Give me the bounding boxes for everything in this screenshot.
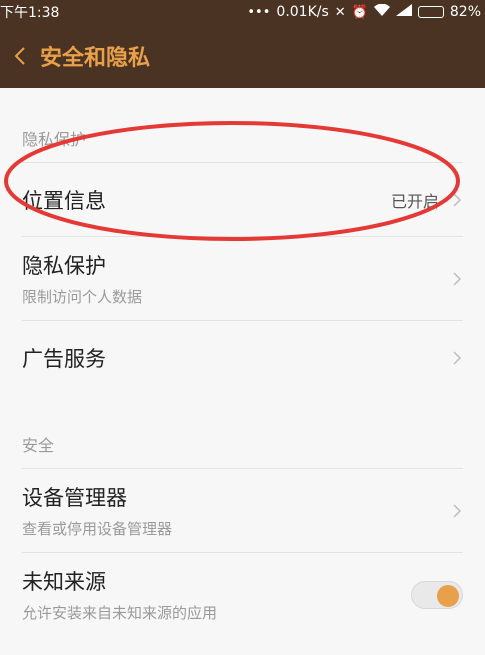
status-bar: 下午1:38 ••• 0.01K/s ✕ ⏰ 82% — [0, 0, 485, 24]
chevron-right-icon — [451, 503, 463, 519]
mute-icon: ✕ — [334, 4, 346, 20]
section-header-privacy: 隐私保护 — [22, 130, 87, 149]
device-manager-label: 设备管理器 — [22, 486, 127, 510]
status-time: 下午1:38 — [0, 5, 60, 21]
ad-service-row[interactable]: 广告服务 — [22, 320, 463, 394]
network-speed: 0.01K/s — [276, 4, 329, 20]
status-icons: ••• 0.01K/s ✕ ⏰ 82% — [247, 3, 481, 20]
chevron-right-icon — [451, 271, 463, 287]
section-header-security: 安全 — [22, 436, 55, 455]
unknown-sources-desc: 允许安装来自未知来源的应用 — [22, 604, 218, 622]
location-info-status: 已开启 — [390, 191, 439, 211]
page-title: 安全和隐私 — [40, 46, 151, 71]
settings-list: 隐私保护 位置信息 已开启 隐私保护 限制访问个人数据 广告服务 安全 设备管理… — [0, 88, 485, 655]
unknown-sources-row[interactable]: 未知来源 允许安装来自未知来源的应用 — [22, 552, 463, 636]
chevron-right-icon — [451, 350, 463, 366]
unknown-sources-toggle[interactable] — [411, 580, 463, 609]
more-dots-icon: ••• — [247, 4, 271, 20]
location-info-label: 位置信息 — [22, 188, 106, 213]
privacy-protection-row[interactable]: 隐私保护 限制访问个人数据 — [22, 236, 463, 320]
ad-service-label: 广告服务 — [22, 346, 106, 371]
app-bar: 安全和隐私 — [0, 24, 485, 88]
wifi-icon — [373, 3, 390, 20]
privacy-protection-label: 隐私保护 — [22, 254, 106, 278]
back-arrow-icon[interactable] — [0, 24, 40, 88]
privacy-protection-desc: 限制访问个人数据 — [22, 288, 143, 306]
unknown-sources-label: 未知来源 — [22, 570, 106, 594]
device-manager-row[interactable]: 设备管理器 查看或停用设备管理器 — [22, 468, 463, 552]
battery-icon — [417, 6, 444, 18]
alarm-icon: ⏰ — [351, 4, 368, 20]
signal-icon — [395, 4, 412, 20]
device-manager-desc: 查看或停用设备管理器 — [22, 520, 173, 538]
chevron-right-icon — [451, 192, 463, 208]
location-info-row[interactable]: 位置信息 已开启 — [22, 162, 463, 236]
battery-percent: 82% — [449, 4, 481, 20]
